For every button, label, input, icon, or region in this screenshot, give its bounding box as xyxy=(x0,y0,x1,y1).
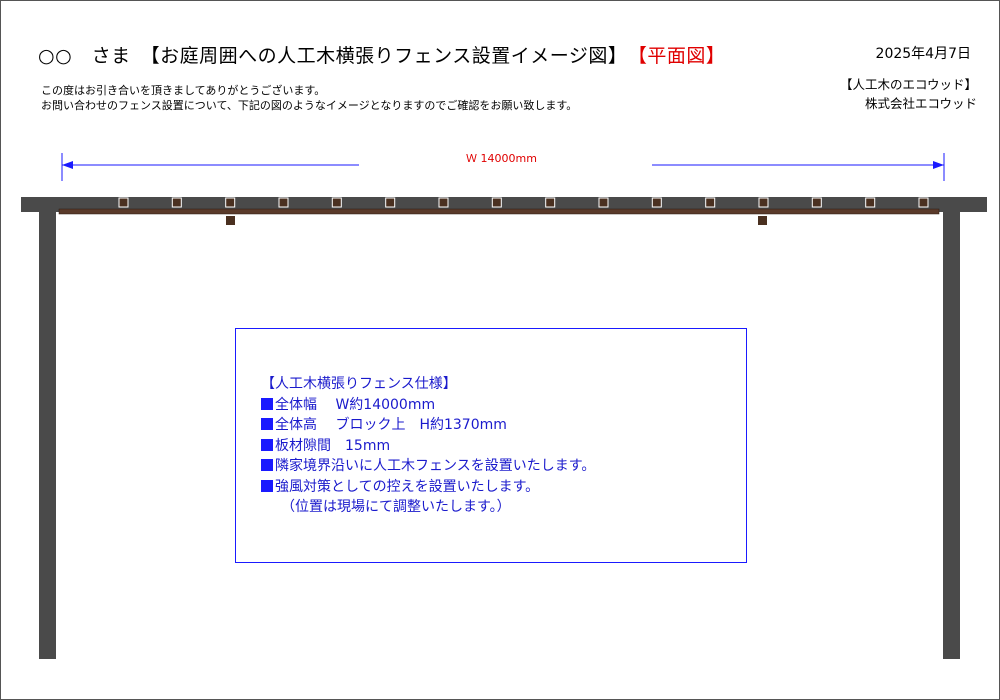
brace-post xyxy=(226,216,235,225)
width-dimension-label: Ｗ 14000mm xyxy=(466,152,537,165)
square-bullet-icon xyxy=(261,418,273,430)
dimension-arrow-right xyxy=(933,161,944,169)
fence-post xyxy=(438,197,449,208)
fence-board xyxy=(58,208,940,215)
square-bullet-icon xyxy=(261,479,273,492)
fence-post xyxy=(705,197,716,208)
spec-item: 板材隙間 15mm xyxy=(261,436,595,457)
spec-note: （位置は現場にて調整いたします。） xyxy=(281,499,511,515)
square-bullet-icon xyxy=(261,438,273,451)
fence-post xyxy=(225,197,236,208)
fence-post xyxy=(758,197,769,208)
spec-item: 隣家境界沿いに人工木フェンスを設置いたします。 xyxy=(261,456,595,477)
fence-post xyxy=(918,197,929,208)
fence-post xyxy=(865,197,876,208)
fence-post xyxy=(385,197,396,208)
fence-post xyxy=(171,197,182,208)
block-wall-left xyxy=(39,197,56,659)
spec-item: 強風対策としての控えを設置いたします。 xyxy=(261,477,595,498)
fence-post xyxy=(278,197,289,208)
spec-heading: 【人工木横張りフェンス仕様】 xyxy=(261,376,457,392)
fence-post xyxy=(811,197,822,208)
square-bullet-icon xyxy=(261,459,273,471)
brace-post xyxy=(758,216,767,225)
fence-post xyxy=(651,197,662,208)
spec-item: 全体高 ブロック上 H約1370mm xyxy=(261,415,595,436)
dimension-arrow-left xyxy=(62,161,73,169)
fence-post xyxy=(331,197,342,208)
square-bullet-icon xyxy=(261,397,273,410)
drawing-sheet: ○○ さま 【お庭周囲への人工木横張りフェンス設置イメージ図】 【平面図】 20… xyxy=(0,0,1000,700)
fence-post xyxy=(118,197,129,208)
fence-post xyxy=(491,197,502,208)
fence-post xyxy=(545,197,556,208)
spec-item: 全体幅 W約14000mm xyxy=(261,395,595,416)
block-wall-right xyxy=(943,197,960,659)
spec-text: 【人工木横張りフェンス仕様】 全体幅 W約14000mm 全体高 ブロック上 H… xyxy=(261,374,595,518)
fence-post xyxy=(598,197,609,208)
